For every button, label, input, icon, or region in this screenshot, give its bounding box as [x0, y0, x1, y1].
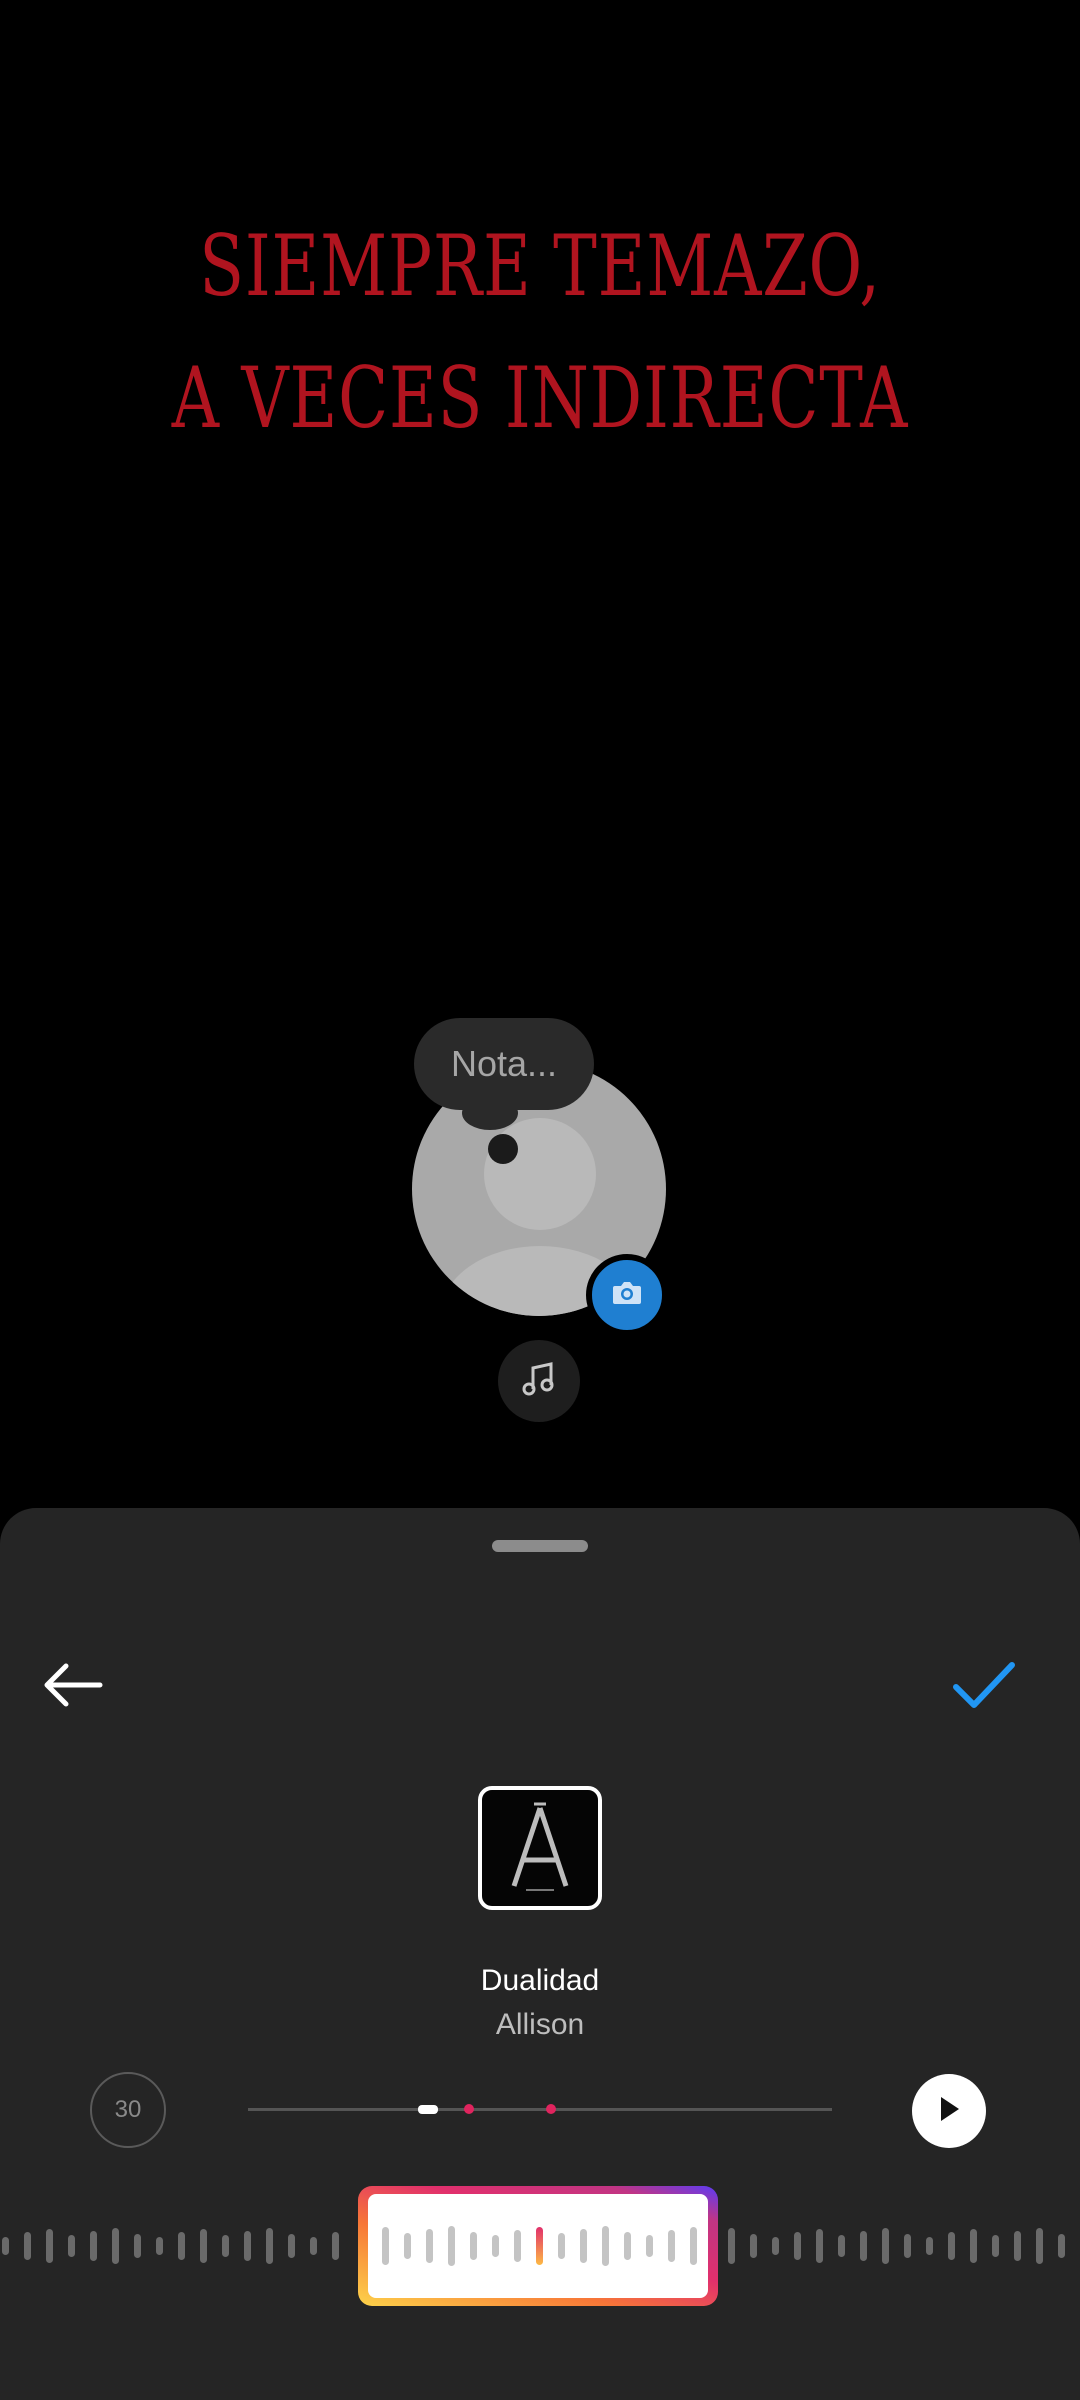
- waveform-bar: [112, 2228, 119, 2264]
- waveform-bar: [728, 2228, 735, 2264]
- camera-button[interactable]: [586, 1254, 668, 1336]
- waveform-bar: [46, 2229, 53, 2263]
- waveform-bar: [288, 2234, 295, 2258]
- waveform-bar: [2, 2237, 9, 2255]
- waveform-bar: [470, 2232, 477, 2260]
- music-note-icon: [519, 1359, 559, 1404]
- waveform-bar: [602, 2226, 609, 2266]
- waveform-bar: [222, 2235, 229, 2257]
- waveform-bar: [926, 2237, 933, 2255]
- lyric-marker: [464, 2104, 474, 2114]
- waveform-bar: [668, 2230, 675, 2262]
- play-icon: [937, 2095, 961, 2128]
- waveform-bar: [772, 2237, 779, 2255]
- camera-icon: [611, 1279, 643, 1312]
- waveform-bar: [24, 2232, 31, 2260]
- waveform-bar: [448, 2226, 455, 2266]
- progress-handle[interactable]: [418, 2105, 438, 2114]
- waveform-bar: [310, 2237, 317, 2255]
- waveform-scrubber[interactable]: [0, 2178, 1080, 2308]
- waveform-bar: [426, 2229, 433, 2263]
- caption-text: Siempre temazo, a veces indirecta: [119, 200, 961, 464]
- note-bubble-tail-dot: [488, 1134, 518, 1164]
- waveform-bar: [794, 2232, 801, 2260]
- waveform-bar: [244, 2231, 251, 2261]
- waveform-bar: [904, 2234, 911, 2258]
- waveform-bar: [580, 2229, 587, 2263]
- waveform-bar: [90, 2231, 97, 2261]
- arrow-left-icon: [42, 1662, 104, 1713]
- caption-line-2: a veces indirecta: [171, 349, 909, 447]
- waveform-bar: [1036, 2228, 1043, 2264]
- checkmark-icon: [952, 1660, 1016, 1715]
- waveform-bar: [948, 2232, 955, 2260]
- done-button[interactable]: [944, 1648, 1024, 1726]
- waveform-bar: [970, 2229, 977, 2263]
- waveform-bar: [332, 2232, 339, 2260]
- waveform-bar: [558, 2233, 565, 2259]
- music-button[interactable]: [498, 1340, 580, 1422]
- waveform-bar: [134, 2234, 141, 2258]
- song-artist: Allison: [495, 2008, 585, 2041]
- waveform-bar: [382, 2227, 389, 2265]
- note-placeholder: Nota...: [450, 1043, 558, 1084]
- play-button[interactable]: [912, 2074, 986, 2148]
- waveform-bar: [690, 2227, 697, 2265]
- waveform-bar: [882, 2228, 889, 2264]
- song-title: Dualidad: [480, 1964, 600, 1997]
- back-button[interactable]: [34, 1648, 112, 1726]
- waveform-bar: [200, 2229, 207, 2263]
- caption-line-1: Siempre temazo,: [199, 217, 881, 315]
- waveform-bar: [178, 2232, 185, 2260]
- album-cover: [478, 1786, 602, 1910]
- album-logo: [511, 1802, 569, 1891]
- waveform-bar: [514, 2230, 521, 2262]
- waveform-bar: [624, 2232, 631, 2260]
- waveform-bar: [492, 2235, 499, 2257]
- waveform-bar: [1058, 2234, 1065, 2258]
- waveform-bar: [156, 2237, 163, 2255]
- lyric-marker: [546, 2104, 556, 2114]
- progress-track[interactable]: [248, 2108, 832, 2111]
- music-picker-sheet: Dualidad Allison 30: [0, 1508, 1080, 2400]
- waveform-bar: [404, 2233, 411, 2259]
- waveform-bar: [536, 2227, 543, 2265]
- clip-duration-button[interactable]: 30: [90, 2072, 166, 2148]
- waveform-bar: [860, 2231, 867, 2261]
- waveform-bar: [646, 2235, 653, 2257]
- waveform-bar: [750, 2234, 757, 2258]
- waveform-bar: [266, 2228, 273, 2264]
- waveform-bar: [838, 2235, 845, 2257]
- sheet-drag-handle[interactable]: [492, 1540, 588, 1552]
- duration-label: 30: [114, 2096, 142, 2123]
- waveform-bar: [992, 2235, 999, 2257]
- waveform-bar: [816, 2229, 823, 2263]
- screen: Siempre temazo, a veces indirecta Nota..…: [0, 0, 1080, 2400]
- note-input-bubble[interactable]: Nota...: [414, 1018, 594, 1110]
- waveform-bar: [68, 2235, 75, 2257]
- waveform-bar: [1014, 2231, 1021, 2261]
